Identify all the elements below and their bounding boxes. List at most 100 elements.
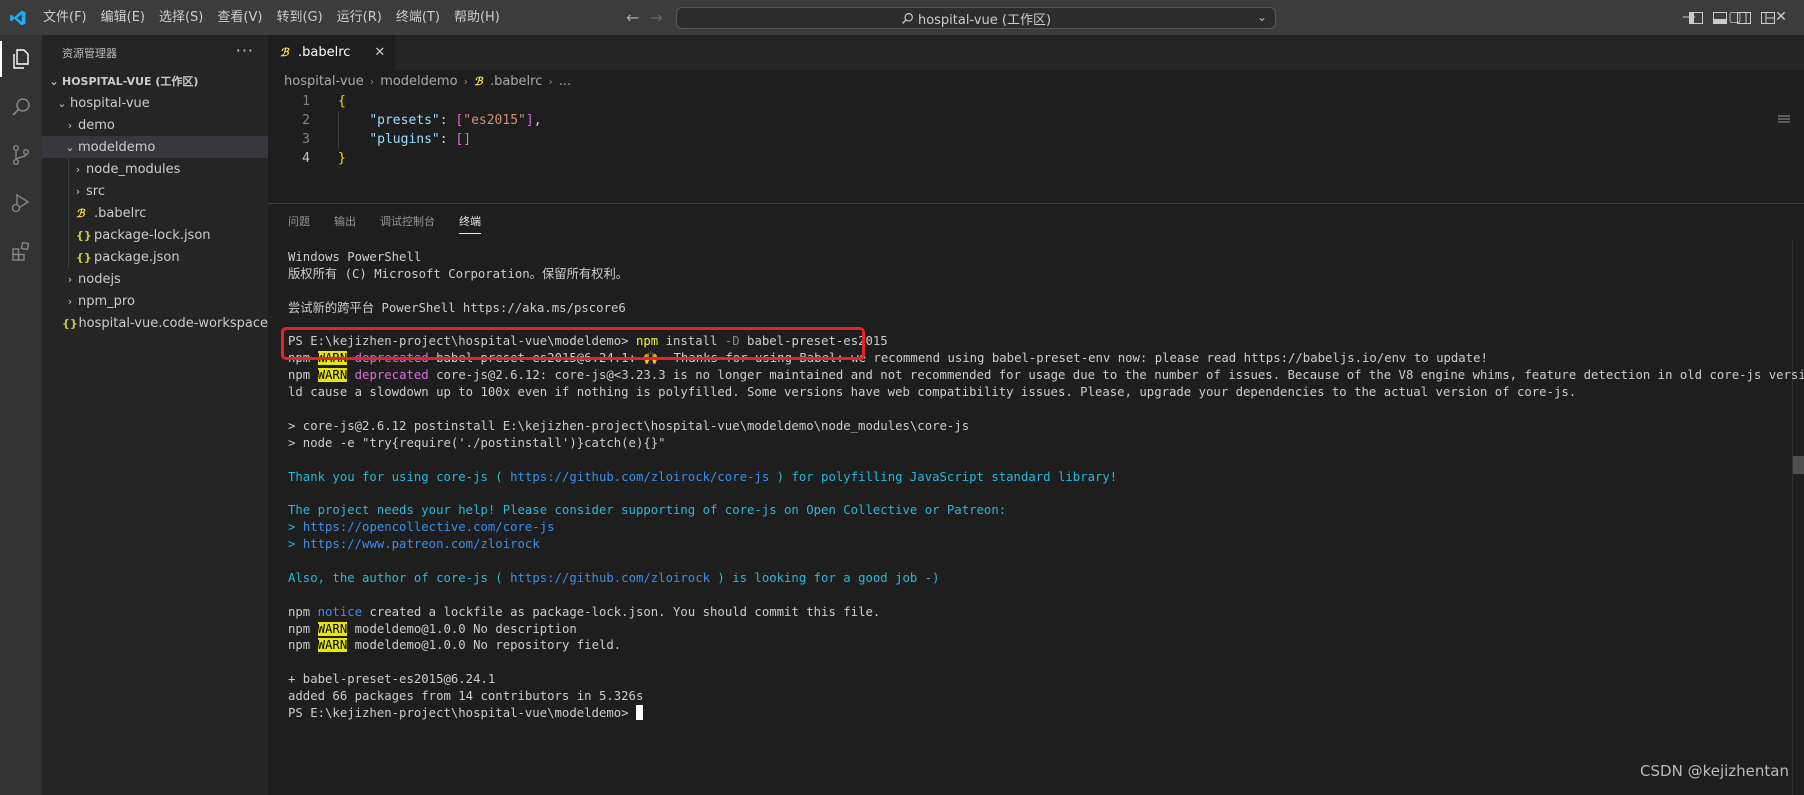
tree-item-src[interactable]: › src	[42, 180, 268, 202]
menu-terminal[interactable]: 终端(T)	[389, 0, 447, 35]
menu-file[interactable]: 文件(F)	[36, 0, 94, 35]
close-icon[interactable]: ✕	[374, 45, 385, 60]
explorer-icon[interactable]	[0, 35, 42, 83]
tree-item-babelrc[interactable]: ℬ .babelrc	[42, 202, 268, 224]
tree-item-label: package.json	[94, 249, 180, 265]
tree-item-package-lock-json[interactable]: {} package-lock.json	[42, 224, 268, 246]
text: ) for polyfilling JavaScript standard li…	[769, 469, 1118, 484]
terminal-scrollbar[interactable]	[1792, 240, 1804, 795]
close-window-icon[interactable]: ✕	[1758, 0, 1804, 35]
terminal-line: npm WARN deprecated core-js@2.6.12: core…	[288, 367, 1804, 384]
menu-bar: 文件(F) 编辑(E) 选择(S) 查看(V) 转到(G) 运行(R) 终端(T…	[36, 0, 507, 35]
terminal-line: The project needs your help! Please cons…	[288, 503, 1007, 518]
breadcrumb-item[interactable]: modeldemo	[380, 74, 457, 89]
tree-item-label: nodejs	[78, 271, 121, 287]
search-icon[interactable]	[0, 83, 42, 131]
tree-item-hospital-vue[interactable]: ⌄ hospital-vue	[42, 92, 268, 114]
workspace-root[interactable]: ⌄ HOSPITAL-VUE (工作区)	[42, 70, 268, 92]
run-debug-icon[interactable]	[0, 179, 42, 227]
chevron-down-icon: ⌄	[65, 140, 75, 154]
breadcrumb-item[interactable]: .babelrc	[490, 74, 542, 89]
link[interactable]: https://github.com/zloirock	[510, 571, 710, 585]
more-actions-icon[interactable]: ···	[236, 41, 254, 60]
terminal-cursor	[635, 705, 643, 721]
line-number: 1	[302, 94, 310, 109]
panel-tabs: 问题 输出 调试控制台 终端	[268, 204, 1804, 240]
menu-selection[interactable]: 选择(S)	[152, 0, 210, 35]
minimize-icon[interactable]: —	[1666, 0, 1712, 35]
tree-item-node-modules[interactable]: › node_modules	[42, 158, 268, 180]
tree-item-nodejs[interactable]: › nodejs	[42, 268, 268, 290]
menu-view[interactable]: 查看(V)	[210, 0, 269, 35]
forward-arrow-icon[interactable]: →	[649, 8, 662, 27]
text: ) is looking for a good job -)	[710, 570, 940, 585]
line-number: 3	[302, 132, 310, 147]
tree-item-demo[interactable]: › demo	[42, 114, 268, 136]
terminal-line: npm WARN modeldemo@1.0.0 No description	[288, 621, 1788, 638]
extensions-icon[interactable]	[0, 227, 42, 275]
text: >	[288, 520, 303, 535]
menu-help[interactable]: 帮助(H)	[447, 0, 507, 35]
warn-badge: WARN	[317, 621, 348, 636]
source-control-icon[interactable]	[0, 131, 42, 179]
text: created a lockfile as package-lock.json.…	[369, 604, 881, 619]
line-number: 2	[302, 113, 310, 128]
command-center-search[interactable]: hospital-vue (工作区) ⌄	[676, 7, 1276, 29]
text: modeldemo@1.0.0 No repository field.	[354, 638, 622, 653]
breadcrumb-item[interactable]: ...	[559, 74, 571, 89]
tree-item-label: src	[86, 183, 105, 199]
link[interactable]: https://www.patreon.com/zloirock	[303, 537, 540, 551]
chevron-right-icon: ›	[548, 74, 553, 88]
menu-go[interactable]: 转到(G)	[269, 0, 329, 35]
json-file-icon: {}	[62, 316, 78, 330]
code-token: }	[338, 151, 346, 166]
chevron-down-icon[interactable]: ⌄	[1257, 10, 1267, 24]
command-center-label: hospital-vue (工作区)	[917, 12, 1052, 28]
terminal-output[interactable]: Windows PowerShell 版权所有 (C) Microsoft Co…	[288, 249, 1804, 722]
tab-babelrc[interactable]: ℬ .babelrc ✕	[268, 35, 396, 70]
watermark: CSDN @kejizhentan	[1640, 762, 1789, 780]
chevron-down-icon: ⌄	[57, 96, 67, 110]
chevron-down-icon: ⌄	[49, 74, 59, 88]
chevron-right-icon: ›	[67, 272, 73, 286]
back-arrow-icon[interactable]: ←	[626, 8, 639, 27]
babel-file-icon: ℬ	[76, 206, 85, 220]
menu-edit[interactable]: 编辑(E)	[94, 0, 152, 35]
terminal-line: ld cause a slowdown up to 100x even if n…	[288, 385, 1577, 400]
text: modeldemo@1.0.0 No description	[354, 621, 577, 636]
tree-item-code-workspace[interactable]: {} hospital-vue.code-workspace	[42, 312, 268, 334]
code-token: {	[338, 94, 346, 109]
tree-item-label: modeldemo	[78, 139, 156, 155]
workspace-label: HOSPITAL-VUE (工作区)	[62, 75, 199, 88]
tab-problems[interactable]: 问题	[288, 204, 310, 240]
tree-item-npm-pro[interactable]: › npm_pro	[42, 290, 268, 312]
link[interactable]: https://github.com/zloirock/core-js	[510, 470, 769, 484]
terminal-prompt-line: PS E:\kejizhen-project\hospital-vue\mode…	[288, 705, 1788, 722]
warn-badge: WARN	[317, 638, 348, 653]
link[interactable]: https://opencollective.com/core-js	[303, 520, 555, 534]
json-file-icon: {}	[76, 250, 92, 264]
terminal-line: added 66 packages from 14 contributors i…	[288, 689, 644, 704]
vscode-logo-icon	[0, 0, 36, 35]
maximize-icon[interactable]: ▢	[1712, 0, 1758, 35]
title-bar: 文件(F) 编辑(E) 选择(S) 查看(V) 转到(G) 运行(R) 终端(T…	[0, 0, 1804, 35]
code-token: "plugins"	[369, 132, 440, 147]
tab-terminal[interactable]: 终端	[459, 204, 481, 240]
breadcrumb-item[interactable]: hospital-vue	[284, 74, 364, 89]
npm-label: npm	[288, 604, 311, 619]
minimap[interactable]	[1778, 115, 1790, 125]
terminal-line: Windows PowerShell	[288, 250, 422, 264]
chevron-right-icon: ›	[67, 294, 73, 308]
tab-label: .babelrc	[298, 45, 351, 60]
tab-debug-console[interactable]: 调试控制台	[380, 204, 435, 240]
tree-item-label: .babelrc	[94, 205, 147, 221]
menu-run[interactable]: 运行(R)	[330, 0, 389, 35]
tab-output[interactable]: 输出	[334, 204, 356, 240]
indent-guide	[338, 111, 339, 149]
tree-item-package-json[interactable]: {} package.json	[42, 246, 268, 268]
tree-item-modeldemo[interactable]: ⌄ modeldemo	[42, 136, 268, 158]
code-editor[interactable]: 1 { 2 "presets": ["es2015"], 3 "plugins"…	[268, 92, 1804, 168]
